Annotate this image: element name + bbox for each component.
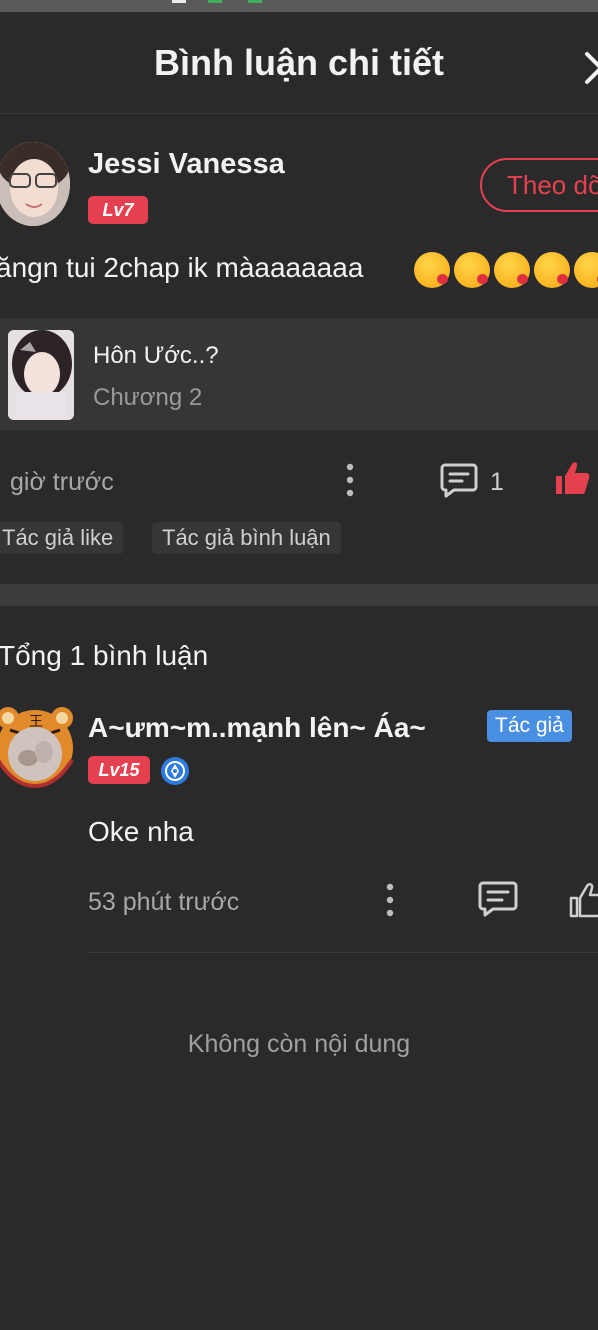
kissing-face-emoji-icon bbox=[414, 252, 450, 288]
chapter-thumbnail bbox=[8, 330, 74, 420]
follow-button[interactable]: Theo dõ bbox=[480, 158, 598, 212]
kissing-face-emoji-icon bbox=[574, 252, 598, 288]
chapter-card[interactable]: Hôn Ước..? Chương 2 bbox=[0, 318, 598, 430]
total-comments-label: Tổng 1 bình luận bbox=[0, 640, 209, 671]
more-icon[interactable] bbox=[385, 882, 395, 918]
comment-icon[interactable] bbox=[478, 880, 518, 918]
status-indicator bbox=[248, 0, 262, 3]
kissing-face-emoji-icon bbox=[534, 252, 570, 288]
timestamp: giờ trước bbox=[10, 468, 114, 496]
comment-icon[interactable] bbox=[440, 462, 478, 498]
comment-text: ăngn tui 2chap ik màaaaaaaa bbox=[0, 252, 364, 283]
more-icon[interactable] bbox=[345, 462, 355, 498]
avatar[interactable]: 王 bbox=[0, 700, 76, 789]
level-badge: Lv7 bbox=[88, 196, 148, 224]
tag-author-like: Tác giả like bbox=[0, 522, 124, 554]
chapter-subtitle: Chương 2 bbox=[93, 384, 203, 411]
username[interactable]: A~ưm~m..mạnh lên~ Áa~ bbox=[88, 712, 426, 744]
verified-pen-icon bbox=[161, 757, 189, 785]
header: Bình luận chi tiết bbox=[0, 12, 598, 114]
divider bbox=[88, 952, 598, 953]
status-indicator bbox=[208, 0, 222, 3]
level-badge: Lv15 bbox=[88, 756, 150, 784]
reply-text: Oke nha bbox=[88, 816, 194, 847]
avatar[interactable] bbox=[0, 142, 70, 226]
comment-detail-page: Bình luận chi tiết Jessi Vanessa Lv7 The… bbox=[0, 0, 598, 1330]
timestamp: 53 phút trước bbox=[88, 888, 240, 916]
emoji-group bbox=[414, 252, 598, 288]
kissing-face-emoji-icon bbox=[454, 252, 490, 288]
chapter-title: Hôn Ước..? bbox=[93, 342, 219, 369]
author-badge: Tác giả bbox=[487, 710, 572, 742]
like-icon[interactable] bbox=[552, 458, 592, 498]
reply-count: 1 bbox=[490, 468, 504, 496]
comment-actions: giờ trước 1 bbox=[0, 456, 598, 506]
section-divider bbox=[0, 584, 598, 606]
status-indicator bbox=[172, 0, 186, 3]
close-icon[interactable] bbox=[584, 50, 598, 86]
page-title: Bình luận chi tiết bbox=[153, 42, 444, 83]
username[interactable]: Jessi Vanessa bbox=[88, 148, 285, 181]
kissing-face-emoji-icon bbox=[494, 252, 530, 288]
tag-author-comment: Tác giả bình luận bbox=[152, 522, 341, 554]
like-icon[interactable] bbox=[567, 880, 598, 920]
end-of-content-label: Không còn nội dung bbox=[187, 1030, 411, 1058]
status-bar-strip bbox=[0, 0, 598, 12]
